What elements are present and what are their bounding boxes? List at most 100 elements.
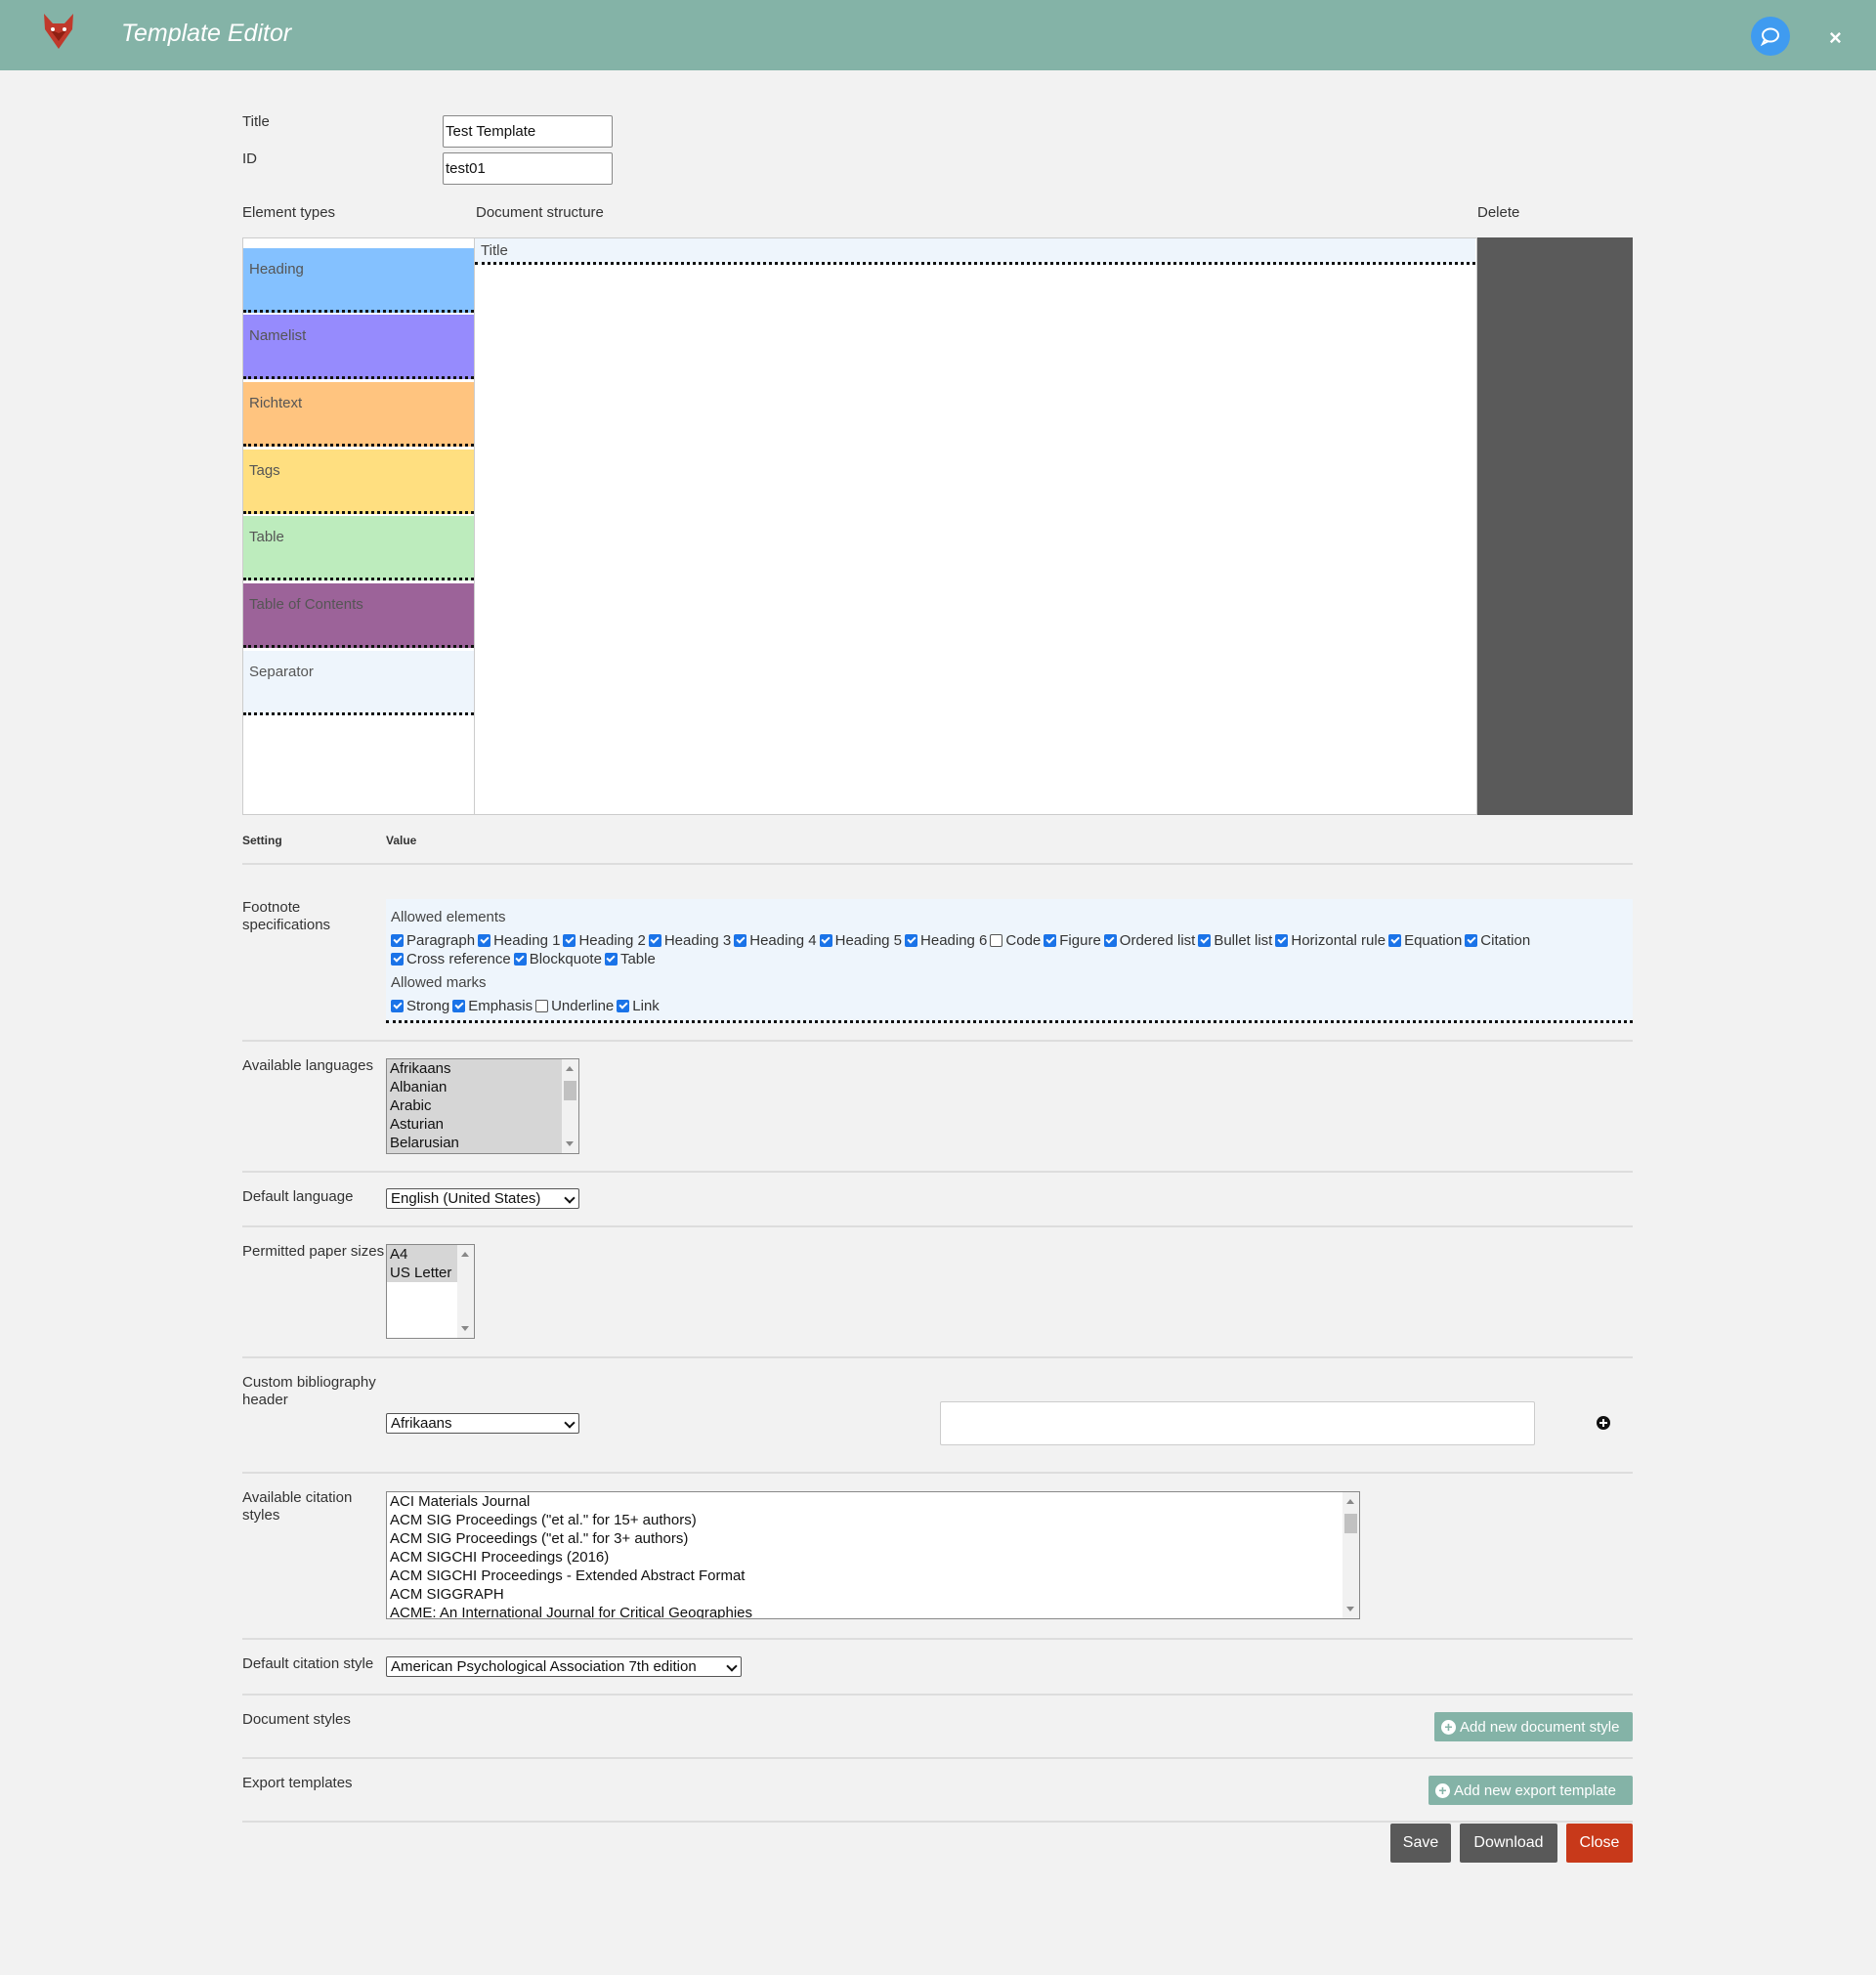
bibliography-label-line: Custom bibliography — [242, 1374, 376, 1391]
footnote-mark-checkbox[interactable] — [391, 1000, 404, 1012]
language-option[interactable]: Afrikaans — [387, 1059, 578, 1078]
footnote-spec-label: Footnote specifications — [242, 899, 330, 934]
element-type-tags[interactable]: Tags — [243, 450, 474, 514]
close-button[interactable]: Close — [1566, 1824, 1633, 1863]
download-button[interactable]: Download — [1460, 1824, 1557, 1863]
chevron-down-icon — [564, 1192, 576, 1204]
divider — [242, 1225, 1633, 1227]
footnote-spec-box: Allowed elements Paragraph Heading 1 Hea… — [386, 899, 1633, 1023]
scrollbar[interactable] — [562, 1059, 578, 1153]
citation-style-option[interactable]: ACME: An International Journal for Criti… — [387, 1604, 1359, 1618]
id-input[interactable] — [443, 152, 613, 185]
citation-style-option[interactable]: ACM SIG Proceedings ("et al." for 3+ aut… — [387, 1529, 1359, 1548]
element-type-label: Namelist — [249, 327, 307, 344]
add-document-style-button[interactable]: + Add new document style — [1434, 1712, 1633, 1741]
footnote-element-checkbox[interactable] — [905, 934, 918, 947]
language-option[interactable]: Albanian — [387, 1078, 578, 1096]
element-type-separator[interactable]: Separator — [243, 651, 474, 715]
structure-item-label: Title — [481, 242, 508, 259]
footnote-element-checkbox[interactable] — [648, 934, 661, 947]
footnote-mark-checkbox[interactable] — [535, 1000, 549, 1012]
footnote-element-label: Equation — [1404, 932, 1463, 949]
default-citation-style-select[interactable]: American Psychological Association 7th e… — [386, 1656, 742, 1677]
footnote-element-label: Horizontal rule — [1291, 932, 1386, 949]
bibliography-language-select[interactable]: Afrikaans — [386, 1413, 579, 1434]
available-languages-label: Available languages — [242, 1057, 373, 1074]
footnote-element-checkbox[interactable] — [734, 934, 747, 947]
add-circle-icon[interactable] — [1597, 1416, 1610, 1430]
footnote-label-line: Footnote — [242, 899, 301, 916]
setting-column-header: Setting — [242, 834, 282, 847]
footnote-element-checkbox[interactable] — [1388, 934, 1402, 947]
default-language-select[interactable]: English (United States) — [386, 1188, 579, 1209]
footnote-element-checkbox[interactable] — [604, 953, 618, 966]
footnote-element-checkbox[interactable] — [391, 953, 404, 966]
element-type-heading[interactable]: Heading — [243, 248, 474, 313]
delete-heading: Delete — [1477, 204, 1520, 221]
citation-styles-listbox[interactable]: ACI Materials Journal ACM SIG Proceeding… — [386, 1491, 1360, 1619]
close-dialog-icon[interactable]: × — [1829, 27, 1842, 49]
divider — [242, 1356, 1633, 1358]
scrollbar[interactable] — [457, 1245, 474, 1338]
element-type-label: Richtext — [249, 395, 303, 411]
element-type-label: Table of Contents — [249, 596, 363, 613]
footnote-element-checkbox[interactable] — [1275, 934, 1289, 947]
footnote-element-checkbox[interactable] — [990, 934, 1003, 947]
citation-style-option[interactable]: ACM SIGCHI Proceedings - Extended Abstra… — [387, 1567, 1359, 1585]
paper-sizes-listbox[interactable]: A4 US Letter — [386, 1244, 475, 1339]
footnote-element-checkbox[interactable] — [391, 934, 404, 947]
available-languages-listbox[interactable]: Afrikaans Albanian Arabic Asturian Belar… — [386, 1058, 579, 1154]
footnote-mark-checkbox[interactable] — [617, 1000, 630, 1012]
language-option[interactable]: Arabic — [387, 1096, 578, 1115]
language-option[interactable]: Belarusian — [387, 1134, 578, 1152]
footnote-element-checkbox[interactable] — [1103, 934, 1117, 947]
footnote-element-checkbox[interactable] — [819, 934, 832, 947]
structure-item-title[interactable]: Title — [475, 238, 1475, 265]
add-export-template-button[interactable]: + Add new export template — [1428, 1776, 1633, 1805]
element-types-palette: Heading Namelist Richtext Tags Table Tab… — [242, 237, 475, 815]
footnote-element-label: Code — [1005, 932, 1042, 949]
language-option[interactable]: Asturian — [387, 1115, 578, 1134]
default-citation-style-value: American Psychological Association 7th e… — [391, 1658, 697, 1675]
citation-style-option[interactable]: ACM SIGCHI Proceedings (2016) — [387, 1548, 1359, 1567]
paper-size-option[interactable]: A4 — [387, 1245, 457, 1264]
footnote-element-checkbox[interactable] — [563, 934, 576, 947]
divider — [242, 1472, 1633, 1474]
document-structure-area[interactable]: Title — [475, 237, 1477, 815]
chat-bubble-icon — [1760, 27, 1779, 47]
bibliography-header-label: Custom bibliography header — [242, 1374, 376, 1409]
divider — [242, 1171, 1633, 1173]
footnote-element-label: Heading 5 — [834, 932, 903, 949]
chevron-down-icon — [564, 1417, 576, 1429]
citation-style-option[interactable]: ACM SIGGRAPH — [387, 1585, 1359, 1604]
footnote-element-checkbox[interactable] — [1465, 934, 1478, 947]
plus-circle-icon: + — [1435, 1782, 1450, 1798]
element-type-richtext[interactable]: Richtext — [243, 382, 474, 447]
element-type-table[interactable]: Table — [243, 516, 474, 580]
footnote-element-checkbox[interactable] — [513, 953, 527, 966]
paper-size-option[interactable]: US Letter — [387, 1264, 457, 1282]
save-button[interactable]: Save — [1390, 1824, 1451, 1863]
citation-style-option[interactable]: ACI Materials Journal — [387, 1492, 1359, 1511]
footnote-mark-label: Underline — [551, 998, 615, 1014]
bibliography-header-input[interactable] — [940, 1401, 1535, 1445]
chat-button[interactable] — [1751, 17, 1790, 56]
scrollbar[interactable] — [1343, 1492, 1359, 1618]
element-type-namelist[interactable]: Namelist — [243, 315, 474, 379]
title-input[interactable] — [443, 115, 613, 148]
citation-style-option[interactable]: ACM SIG Proceedings ("et al." for 15+ au… — [387, 1511, 1359, 1529]
element-type-table-of-contents[interactable]: Table of Contents — [243, 583, 474, 648]
footnote-element-checkbox[interactable] — [478, 934, 491, 947]
divider — [242, 863, 1633, 865]
delete-drop-zone[interactable] — [1477, 237, 1633, 815]
footnote-mark-label: Emphasis — [468, 998, 533, 1014]
footnote-element-checkbox[interactable] — [1044, 934, 1057, 947]
bibliography-label-line: header — [242, 1392, 288, 1408]
footnote-element-label: Heading 3 — [663, 932, 732, 949]
fox-logo-icon — [44, 14, 73, 49]
allowed-elements-row-2: Cross reference Blockquote Table — [388, 951, 656, 967]
footnote-mark-checkbox[interactable] — [452, 1000, 466, 1012]
footnote-element-checkbox[interactable] — [1198, 934, 1212, 947]
default-language-label: Default language — [242, 1188, 354, 1205]
divider — [242, 1694, 1633, 1696]
